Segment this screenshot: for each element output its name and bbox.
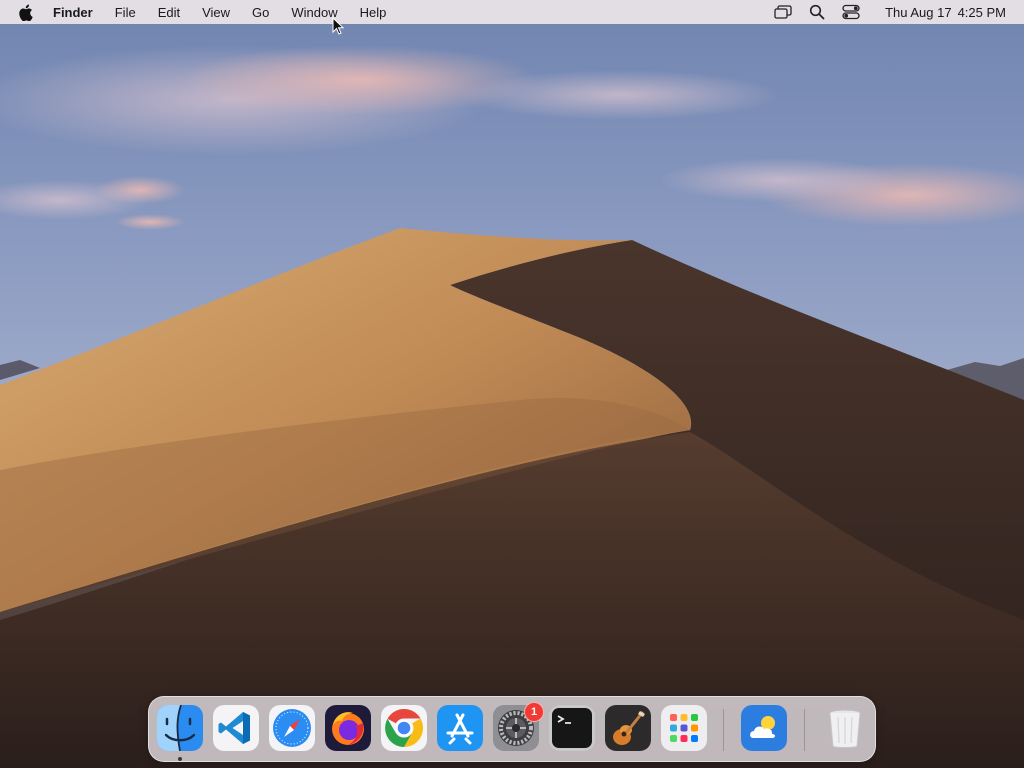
- spotlight-search-icon[interactable]: [807, 3, 827, 21]
- safari-icon[interactable]: [269, 705, 315, 751]
- finder-icon[interactable]: [157, 705, 203, 751]
- clock-time: 4:25 PM: [957, 4, 1006, 20]
- menu-window[interactable]: Window: [291, 5, 337, 20]
- launchpad-icon[interactable]: [661, 705, 707, 751]
- dock-separator: [723, 709, 724, 751]
- terminal-icon[interactable]: [549, 705, 595, 751]
- dock: 1: [148, 696, 876, 762]
- finder-running-indicator: [178, 757, 182, 761]
- desktop-wallpaper: [0, 0, 1024, 768]
- vscode-icon[interactable]: [213, 705, 259, 751]
- garageband-icon[interactable]: [605, 705, 651, 751]
- menu-bar-right: Thu Aug 17 4:25 PM: [759, 0, 1024, 24]
- firefox-icon[interactable]: [325, 705, 371, 751]
- screen-mirroring-icon[interactable]: [773, 3, 793, 21]
- chrome-icon[interactable]: [381, 705, 427, 751]
- system-settings-badge: 1: [524, 702, 544, 722]
- menu-edit[interactable]: Edit: [158, 5, 180, 20]
- menu-view[interactable]: View: [202, 5, 230, 20]
- menu-file[interactable]: File: [115, 5, 136, 20]
- apple-menu-icon[interactable]: [18, 3, 34, 21]
- menu-go[interactable]: Go: [252, 5, 269, 20]
- dock-separator: [804, 709, 805, 751]
- mouse-cursor-icon: [332, 17, 344, 35]
- app-store-icon[interactable]: [437, 705, 483, 751]
- menu-app-name[interactable]: Finder: [53, 5, 93, 20]
- clock-date: Thu Aug 17: [885, 4, 952, 20]
- weather-icon[interactable]: [741, 705, 787, 751]
- menu-help[interactable]: Help: [360, 5, 387, 20]
- menu-bar-left: Finder File Edit View Go Window Help: [0, 0, 408, 24]
- menu-bar-clock[interactable]: Thu Aug 17 4:25 PM: [885, 5, 1006, 20]
- control-center-icon[interactable]: [841, 3, 861, 21]
- menu-bar: Finder File Edit View Go Window Help Thu…: [0, 0, 1024, 24]
- trash-icon[interactable]: [822, 705, 868, 751]
